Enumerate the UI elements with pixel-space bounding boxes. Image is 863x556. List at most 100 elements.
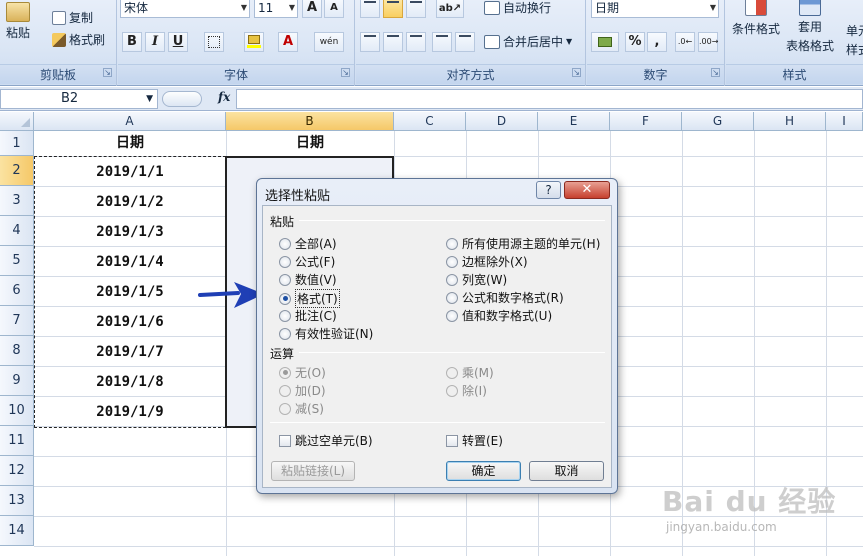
align-bottom-button[interactable] [406,0,426,18]
merge-center-button[interactable]: 合并后居中 ▼ [484,33,572,50]
orientation-button[interactable]: ab↗ [436,0,464,18]
operation-multiply[interactable]: 乘(M) [446,364,494,381]
phonetic-button[interactable]: wén [314,32,344,52]
align-center-button[interactable] [383,32,403,52]
name-box[interactable]: B2 ▼ [0,89,158,109]
shrink-font-button[interactable]: A [324,0,344,18]
help-button[interactable]: ? [536,181,561,199]
align-top-button[interactable] [360,0,380,18]
decrease-decimal-icon: .00→ [699,37,719,46]
paste-option-no-borders[interactable]: 边框除外(X) [446,253,528,270]
row-header-5[interactable]: 5 [0,246,34,276]
select-all-corner[interactable] [0,112,34,131]
grow-font-button[interactable]: A [302,0,322,18]
operation-divide[interactable]: 除(I) [446,382,487,399]
font-size-value: 11 [258,1,274,15]
increase-decimal-button[interactable]: .0← [675,32,695,52]
column-header-f[interactable]: F [610,112,682,131]
row-header-4[interactable]: 4 [0,216,34,246]
skip-blanks-checkbox[interactable]: 跳过空单元(B) [279,432,373,449]
row-header-9[interactable]: 9 [0,366,34,396]
paste-option-source-theme[interactable]: 所有使用源主题的单元(H) [446,235,600,252]
operation-add[interactable]: 加(D) [279,382,326,399]
cell-a1[interactable]: 日期 [34,131,226,156]
align-middle-button[interactable] [383,0,403,18]
cell-styles-label-1: 单元 [846,24,863,38]
cell-styles-button[interactable]: 单元 样式 [846,22,863,58]
row-header-12[interactable]: 12 [0,456,34,486]
formula-input[interactable] [236,89,863,109]
paste-option-column-widths[interactable]: 列宽(W) [446,271,507,288]
paste-option-values-number-formats[interactable]: 值和数字格式(U) [446,307,552,324]
paste-option-source-theme-label: 所有使用源主题的单元(H) [462,237,601,251]
currency-icon [598,37,612,47]
paste-option-all[interactable]: 全部(A) [279,235,337,252]
formula-tools: fx [162,90,234,108]
column-header-g[interactable]: G [682,112,754,131]
font-name-combo[interactable]: 宋体 ▼ [120,0,250,18]
wrap-text-button[interactable]: 自动换行 [484,0,551,16]
align-right-button[interactable] [406,32,426,52]
font-color-button[interactable]: A [278,32,298,52]
row-header-13[interactable]: 13 [0,486,34,516]
paste-option-comments[interactable]: 批注(C) [279,307,337,324]
row-header-6[interactable]: 6 [0,276,34,306]
column-header-b[interactable]: B [226,112,394,131]
paste-link-button[interactable]: 粘贴链接(L) [271,461,355,481]
fill-color-button[interactable] [244,32,264,52]
increase-indent-button[interactable] [455,32,475,52]
phonetic-label: wén [319,37,339,47]
comma-button[interactable]: , [647,32,667,52]
transpose-checkbox[interactable]: 转置(E) [446,432,503,449]
font-size-combo[interactable]: 11 ▼ [254,0,298,18]
cancel-button[interactable]: 取消 [529,461,604,481]
currency-button[interactable] [591,32,619,52]
row-header-8[interactable]: 8 [0,336,34,366]
row-header-11[interactable]: 11 [0,426,34,456]
row-header-1[interactable]: 1 [0,131,34,156]
paste-option-validation[interactable]: 有效性验证(N) [279,325,373,342]
conditional-format-label: 条件格式 [732,22,781,36]
column-header-h[interactable]: H [754,112,826,131]
row-header-2[interactable]: 2 [0,156,34,186]
paste-option-formats[interactable]: 格式(T) [279,289,340,308]
column-header-d[interactable]: D [466,112,538,131]
conditional-format-button[interactable]: 条件格式 [732,0,780,37]
grow-font-label: A [306,0,318,15]
row-header-14[interactable]: 14 [0,516,34,546]
insert-function-button[interactable]: fx [218,90,230,104]
number-format-combo[interactable]: 日期 ▼ [591,0,719,18]
copy-button[interactable]: 复制 [52,9,93,26]
column-header-c[interactable]: C [394,112,466,131]
bold-button[interactable]: B [122,32,142,52]
close-button[interactable]: ✕ [564,181,610,199]
align-left-button[interactable] [360,32,380,52]
column-header-e[interactable]: E [538,112,610,131]
font-launcher-icon[interactable]: ↘ [341,68,350,77]
table-format-button[interactable]: 套用 表格格式 [786,0,834,54]
paste-option-formulas-number-formats[interactable]: 公式和数字格式(R) [446,289,564,306]
row-header-3[interactable]: 3 [0,186,34,216]
paste-option-formulas[interactable]: 公式(F) [279,253,335,270]
number-launcher-icon[interactable]: ↘ [711,68,720,77]
italic-button[interactable]: I [145,32,165,52]
row-header-10[interactable]: 10 [0,396,34,426]
alignment-launcher-icon[interactable]: ↘ [572,68,581,77]
row-header-7[interactable]: 7 [0,306,34,336]
operation-none[interactable]: 无(O) [279,364,326,381]
paste-button[interactable]: 粘贴 [6,2,30,41]
underline-button[interactable]: U [168,32,188,52]
cell-b1[interactable]: 日期 [226,131,394,156]
percent-button[interactable]: % [625,32,645,52]
format-painter-button[interactable]: 格式刷 [52,31,105,48]
formula-resize-handle[interactable] [162,91,202,107]
column-header-i[interactable]: I [826,112,863,131]
ok-button[interactable]: 确定 [446,461,521,481]
paste-option-values[interactable]: 数值(V) [279,271,337,288]
clipboard-launcher-icon[interactable]: ↘ [103,68,112,77]
border-button[interactable] [204,32,224,52]
column-header-a[interactable]: A [34,112,226,131]
decrease-indent-button[interactable] [432,32,452,52]
decrease-decimal-button[interactable]: .00→ [698,32,718,52]
operation-subtract[interactable]: 减(S) [279,400,324,417]
